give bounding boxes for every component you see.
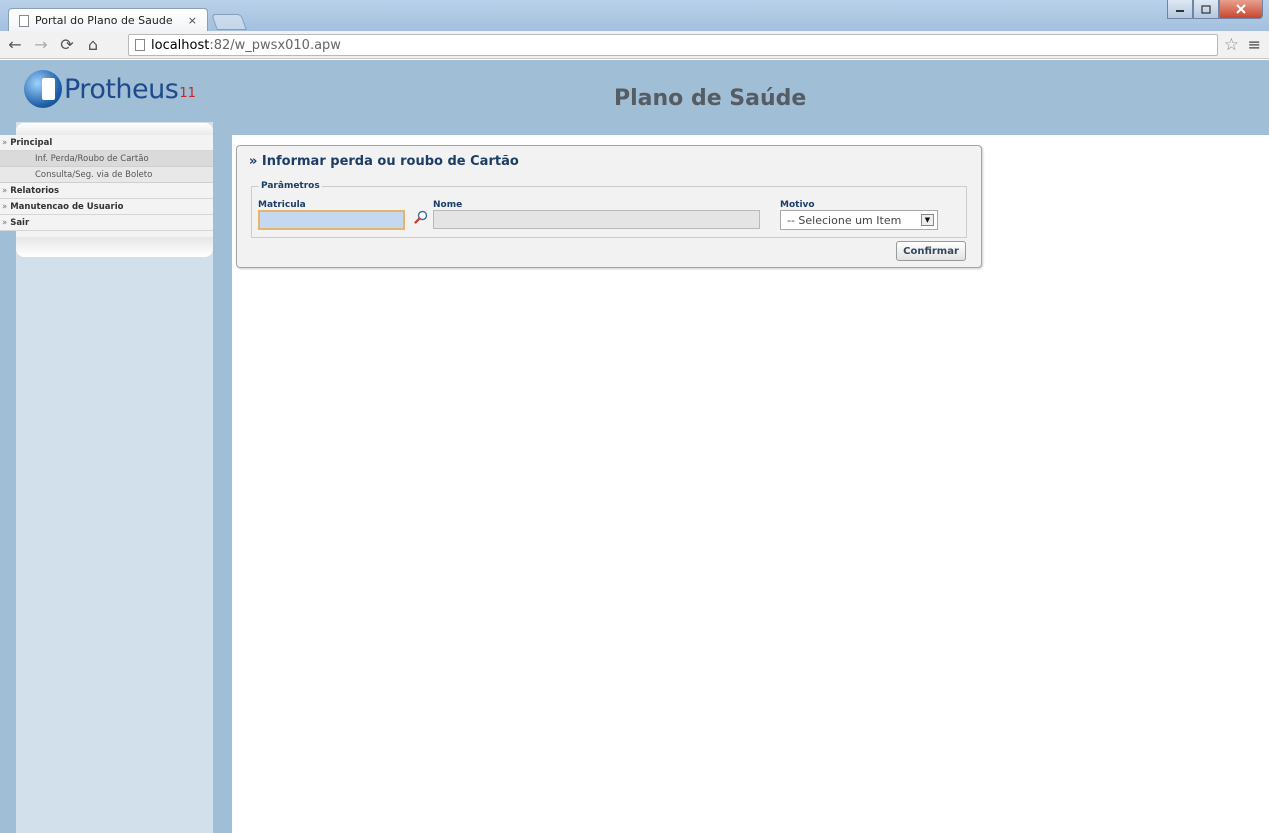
maximize-icon	[1201, 4, 1211, 14]
logo: Protheus 11	[24, 69, 196, 109]
form-title: » Informar perda ou roubo de Cartão	[249, 154, 519, 169]
chevron-right-icon: »	[2, 137, 8, 148]
motivo-label: Motivo	[780, 200, 815, 210]
chevron-right-icon: »	[2, 185, 8, 196]
nome-input[interactable]	[433, 210, 760, 229]
page-icon	[19, 14, 29, 27]
chevron-right-icon: »	[2, 201, 8, 212]
tab-title: Portal do Plano de Saude	[35, 14, 173, 27]
sidebar-item-principal[interactable]: » Principal	[0, 135, 213, 151]
window-controls	[1167, 0, 1263, 19]
minimize-button[interactable]	[1167, 0, 1193, 19]
menu-footer	[16, 237, 213, 257]
sidebar-item-perda-roubo[interactable]: Inf. Perda/Roubo de Cartão	[0, 151, 213, 167]
arrow-left-icon[interactable]: ←	[4, 35, 26, 54]
nome-label: Nome	[433, 200, 463, 210]
confirm-button[interactable]: Confirmar	[896, 241, 966, 261]
logo-text: Protheus	[64, 73, 179, 105]
sidebar-item-manutencao[interactable]: » Manutencao de Usuario	[0, 199, 213, 215]
matricula-input[interactable]	[258, 210, 405, 230]
matricula-label: Matricula	[258, 200, 306, 210]
sidebar-item-boleto[interactable]: Consulta/Seg. via de Boleto	[0, 167, 213, 183]
browser-tab[interactable]: Portal do Plano de Saude ×	[8, 8, 208, 32]
chevron-right-icon: »	[2, 217, 8, 228]
form-panel: » Informar perda ou roubo de Cartão Parâ…	[236, 145, 982, 268]
chevron-down-icon[interactable]: ▼	[921, 214, 934, 226]
close-tab-icon[interactable]: ×	[188, 14, 197, 27]
browser-titlebar: Portal do Plano de Saude ×	[0, 0, 1269, 32]
reload-icon[interactable]: ⟳	[56, 35, 78, 54]
sidebar-item-relatorios[interactable]: » Relatorios	[0, 183, 213, 199]
page-title: Plano de Saúde	[614, 86, 807, 111]
home-icon[interactable]: ⌂	[82, 35, 104, 54]
arrow-right-icon[interactable]: →	[30, 35, 52, 54]
star-icon[interactable]: ☆	[1224, 35, 1239, 55]
sidebar-menu: » Principal Inf. Perda/Roubo de Cartão C…	[0, 135, 232, 231]
motivo-select[interactable]: -- Selecione um Item ▼	[780, 210, 938, 230]
search-icon[interactable]	[414, 210, 428, 224]
url-host: localhost	[151, 37, 210, 53]
url-path: :82/w_pwsx010.apw	[209, 37, 341, 53]
sidebar-item-label: Sair	[10, 217, 30, 228]
close-window-button[interactable]	[1219, 0, 1263, 19]
sidebar-item-sair[interactable]: » Sair	[0, 215, 213, 231]
sidebar-item-label: Inf. Perda/Roubo de Cartão	[35, 153, 149, 164]
sidebar-item-label: Principal	[10, 137, 53, 148]
sidebar: » Principal Inf. Perda/Roubo de Cartão C…	[0, 122, 232, 833]
maximize-button[interactable]	[1193, 0, 1219, 19]
fieldset-legend: Parâmetros	[259, 181, 322, 191]
browser-toolbar: ← → ⟳ ⌂ localhost:82/w_pwsx010.apw ☆ ≡	[0, 31, 1269, 59]
minimize-icon	[1176, 10, 1184, 12]
logo-version: 11	[179, 86, 196, 101]
page-icon	[135, 39, 145, 51]
new-tab-button[interactable]	[211, 14, 247, 30]
sidebar-item-label: Relatorios	[10, 185, 60, 196]
globe-logo-icon	[24, 70, 62, 108]
motivo-selected-value: -- Selecione um Item	[787, 213, 902, 227]
menu-icon[interactable]: ≡	[1248, 35, 1261, 54]
close-icon	[1236, 4, 1246, 14]
sidebar-item-label: Consulta/Seg. via de Boleto	[35, 169, 153, 180]
sidebar-item-label: Manutencao de Usuario	[10, 201, 124, 212]
address-bar[interactable]: localhost:82/w_pwsx010.apw	[128, 34, 1218, 56]
